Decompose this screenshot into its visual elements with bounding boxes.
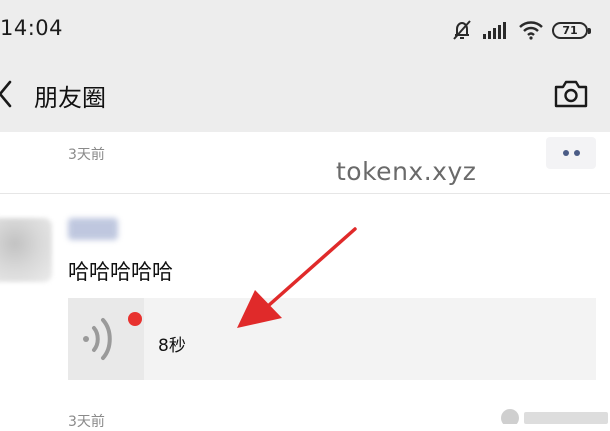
voice-wave-icon	[83, 318, 112, 360]
chevron-left-icon[interactable]	[0, 78, 18, 110]
mute-bell-icon	[453, 20, 471, 40]
more-dot-icon	[562, 150, 569, 156]
watermark-badge-icon	[501, 409, 608, 424]
post-time: 3天前	[68, 147, 105, 163]
voice-thumbnail	[68, 298, 144, 380]
wifi-icon	[519, 21, 543, 40]
post-time: 3天前	[68, 414, 105, 430]
unread-dot	[128, 312, 142, 326]
nav-bar: 朋友圈	[0, 56, 610, 132]
watermark-text: tokenx.xyz	[336, 157, 477, 186]
signal-icon	[483, 22, 506, 39]
user-name-blurred[interactable]	[68, 218, 118, 240]
page-title: 朋友圈	[34, 84, 106, 112]
status-time: 14:04	[0, 16, 64, 40]
voice-message-card[interactable]	[68, 298, 596, 380]
camera-icon[interactable]	[553, 78, 589, 110]
battery-level: 71	[562, 23, 578, 37]
voice-duration: 8秒	[158, 336, 186, 356]
avatar[interactable]	[0, 218, 52, 282]
post-text: 哈哈哈哈哈	[68, 260, 173, 284]
status-bar: 14:04 71	[0, 0, 610, 56]
battery-icon: 71	[552, 21, 591, 39]
more-dot-icon	[573, 150, 580, 156]
status-icons: 71	[450, 16, 591, 44]
more-button[interactable]	[546, 137, 596, 169]
